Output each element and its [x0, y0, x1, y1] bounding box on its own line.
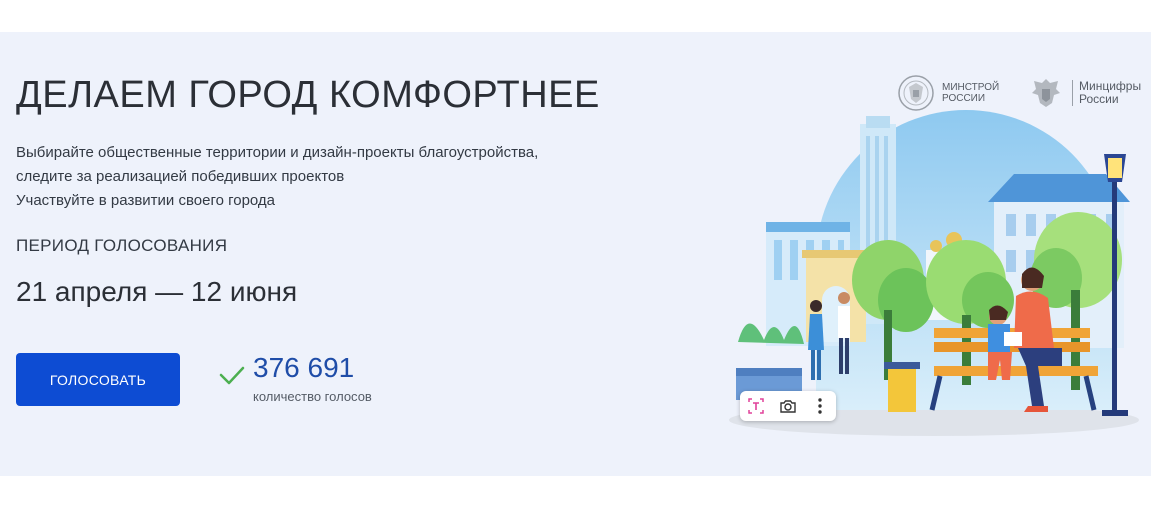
- image-overlay-toolbar: [740, 391, 836, 421]
- eagle-emblem-icon: [1032, 79, 1060, 107]
- vote-count-label: количество голосов: [253, 389, 372, 404]
- check-icon: [219, 366, 245, 385]
- logo-divider: [1072, 80, 1073, 106]
- vote-count: 376 691: [253, 352, 355, 383]
- text-select-icon[interactable]: [743, 394, 769, 418]
- logo-text-line: РОССИИ: [942, 93, 986, 104]
- minstroy-logo-text: МИНСТРОЙ РОССИИ: [942, 82, 999, 104]
- description-line: Участвуйте в развитии своего города: [16, 192, 276, 209]
- logo-text-line: России: [1079, 92, 1119, 106]
- camera-icon[interactable]: [775, 394, 801, 418]
- voting-period-label: ПЕРИОД ГОЛОСОВАНИЯ: [16, 236, 228, 255]
- logo-text-line: МИНСТРОЙ: [942, 82, 1000, 93]
- minstroy-logo[interactable]: МИНСТРОЙ РОССИИ: [896, 73, 999, 113]
- more-vertical-icon[interactable]: [807, 394, 833, 418]
- emblem-icon: [898, 75, 934, 111]
- mintsifry-logo[interactable]: Минцифры России: [1026, 73, 1141, 113]
- description-line: следите за реализацией победивших проект…: [16, 168, 345, 185]
- page-title: ДЕЛАЕМ ГОРОД КОМФОРТНЕЕ: [16, 74, 600, 116]
- voting-period-dates: 21 апреля — 12 июня: [16, 276, 298, 307]
- mintsifry-logo-text: Минцифры России: [1079, 80, 1141, 106]
- vote-button[interactable]: ГОЛОСОВАТЬ: [16, 353, 180, 406]
- description-line: Выбирайте общественные территории и диза…: [16, 144, 539, 161]
- hero-description: Выбирайте общественные территории и диза…: [16, 141, 538, 213]
